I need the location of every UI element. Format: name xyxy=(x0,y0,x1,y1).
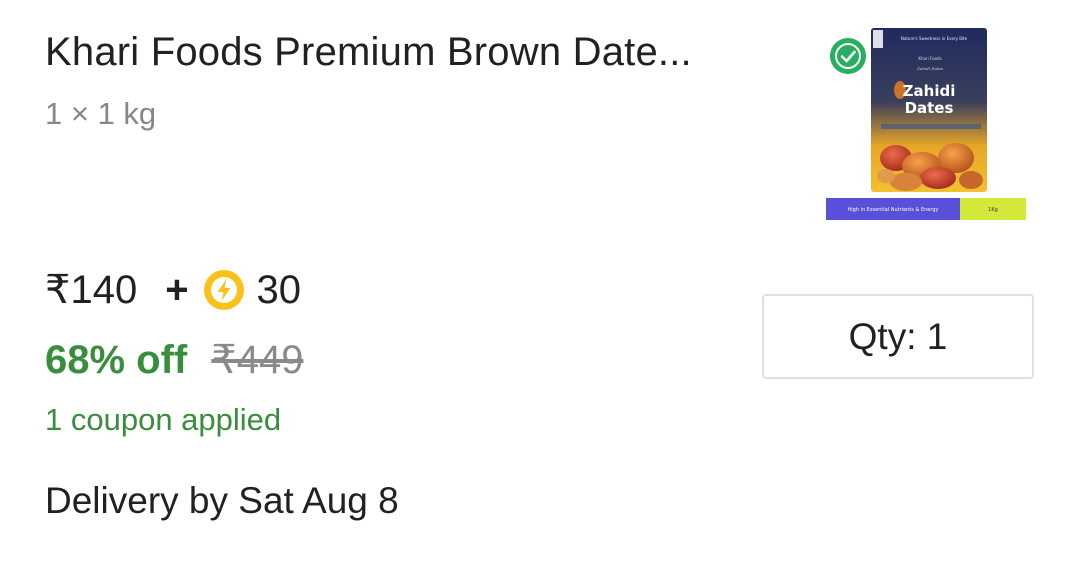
product-image[interactable]: Nature's Sweetness in Every Bite Khari F… xyxy=(826,26,1026,220)
quantity-label: Qty: 1 xyxy=(848,315,948,357)
price-row: ₹140 + 30 xyxy=(45,264,301,316)
package-footer-left-text: High in Essential Nutrients & Energy xyxy=(848,207,939,213)
package-brand: Khari Foods xyxy=(918,56,941,61)
package-logo-text: Zahidi Dates xyxy=(916,66,943,71)
package-footer-right-text: 1Kg xyxy=(988,207,998,213)
package-name-line2: Dates xyxy=(905,99,954,117)
selling-price: ₹140 xyxy=(45,268,138,312)
lightning-coin-icon xyxy=(203,270,244,310)
delivery-date: Delivery by Sat Aug 8 xyxy=(45,480,399,521)
supercoins-value: 30 xyxy=(256,267,302,312)
package-name-line1: Zahidi xyxy=(903,82,956,100)
package-tagline: Nature's Sweetness in Every Bite xyxy=(901,36,968,41)
product-variant: 1 × 1 kg xyxy=(45,96,157,131)
discount-percent: 68% off xyxy=(45,337,188,382)
discount-row: 68% off ₹449 xyxy=(45,334,303,386)
coupon-applied-text: 1 coupon applied xyxy=(45,402,282,437)
plus-sign: + xyxy=(165,267,189,312)
quantity-selector[interactable]: Qty: 1 xyxy=(762,294,1034,379)
original-price: ₹449 xyxy=(211,338,304,382)
product-title[interactable]: Khari Foods Premium Brown Date... xyxy=(45,30,692,75)
